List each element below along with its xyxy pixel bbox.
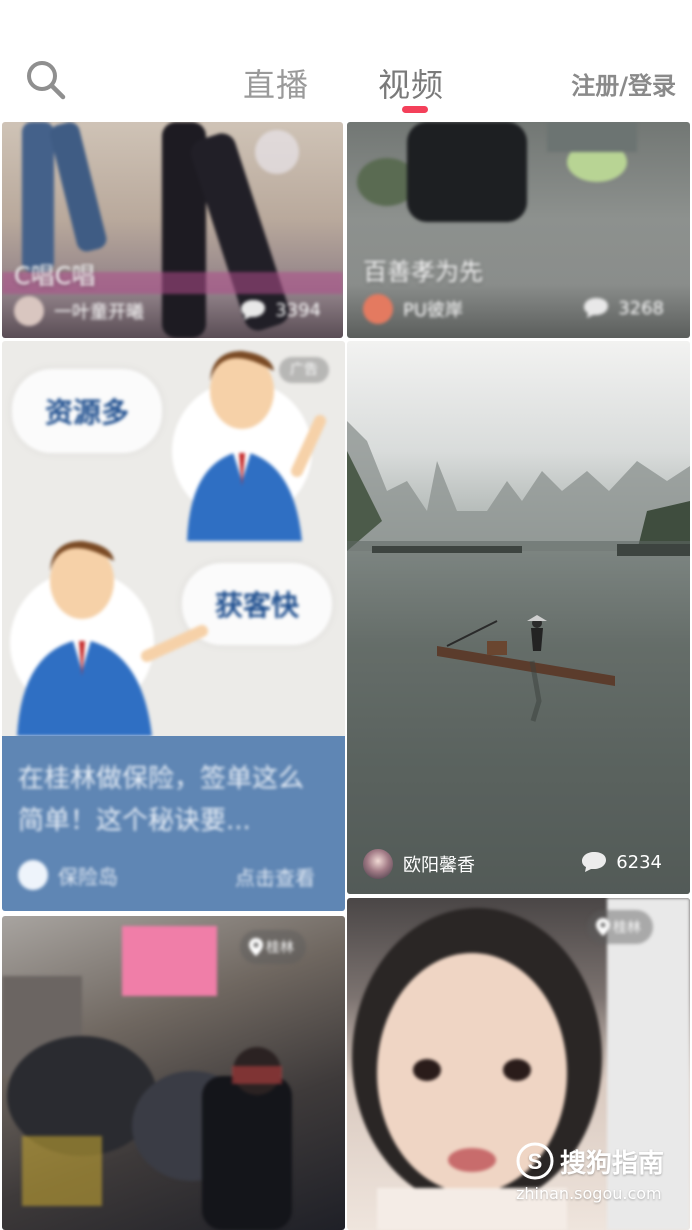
ad-title: 在桂林做保险，签单这么简单！这个秘诀要... bbox=[18, 764, 305, 836]
comment-count-value: 6234 bbox=[616, 851, 662, 873]
ad-cta-button[interactable]: 点击查看 bbox=[235, 862, 315, 891]
watermark-brand: 搜狗指南 bbox=[560, 1148, 665, 1179]
author-name[interactable]: 欧阳馨香 bbox=[403, 851, 475, 877]
video-card[interactable]: C唱C唱 一叶童开曦 3394 bbox=[2, 122, 343, 338]
ad-source-name: 保险岛 bbox=[58, 864, 118, 889]
active-tab-indicator bbox=[402, 106, 428, 113]
location-badge: 桂林 bbox=[587, 910, 653, 944]
comment-count: 3394 bbox=[239, 298, 321, 322]
watermark-logo: S 搜狗指南 bbox=[516, 1142, 664, 1180]
sogou-logo-icon: S bbox=[516, 1142, 554, 1180]
ad-source[interactable]: 保险岛 bbox=[18, 860, 118, 890]
author-name[interactable]: 一叶童开曦 bbox=[54, 298, 144, 324]
ad-info-panel: 在桂林做保险，签单这么简单！这个秘诀要... 保险岛 点击查看 bbox=[2, 736, 345, 911]
location-icon bbox=[249, 938, 263, 956]
register-login-button[interactable]: 注册/登录 bbox=[571, 66, 676, 101]
ad-badge: 广告 bbox=[279, 357, 329, 383]
location-name: 桂林 bbox=[266, 940, 294, 956]
ad-source-avatar bbox=[18, 860, 48, 890]
comment-icon bbox=[241, 300, 266, 320]
ad-card[interactable]: 资源多 获客快 广告 在桂林做保险，签单这么简单！这个秘诀要... 保险岛 点击… bbox=[2, 341, 345, 911]
comment-count-value: 3394 bbox=[275, 299, 321, 321]
top-nav: 直播 视频 注册/登录 bbox=[0, 0, 692, 122]
author-avatar[interactable] bbox=[363, 849, 393, 879]
sogou-watermark: S 搜狗指南 zhinan.sogou.com bbox=[516, 1142, 664, 1203]
author-avatar[interactable] bbox=[14, 296, 44, 326]
author-name[interactable]: PU彼岸 bbox=[403, 296, 463, 322]
comment-count: 6234 bbox=[580, 850, 662, 874]
location-badge: 桂林 bbox=[240, 930, 306, 964]
watermark-url: zhinan.sogou.com bbox=[516, 1184, 662, 1203]
video-meta: PU彼岸 bbox=[363, 294, 463, 324]
comment-count: 3268 bbox=[582, 296, 664, 320]
author-avatar[interactable] bbox=[363, 294, 393, 324]
search-icon[interactable] bbox=[24, 58, 68, 102]
video-card[interactable]: 桂林 bbox=[2, 916, 345, 1230]
ad-illustration-man bbox=[10, 541, 208, 736]
comment-icon bbox=[584, 298, 609, 318]
video-title: C唱C唱 bbox=[14, 262, 96, 290]
svg-text:S: S bbox=[528, 1149, 543, 1174]
tab-live[interactable]: 直播 bbox=[243, 60, 309, 106]
ad-bubble-left: 资源多 bbox=[12, 369, 162, 453]
video-card[interactable]: 欧阳馨香 6234 bbox=[347, 341, 690, 894]
video-card[interactable]: 百善孝为先 PU彼岸 3268 bbox=[347, 122, 690, 338]
comment-icon bbox=[582, 852, 607, 872]
tab-video[interactable]: 视频 bbox=[378, 60, 444, 106]
comment-count-value: 3268 bbox=[618, 297, 664, 319]
video-thumbnail bbox=[347, 421, 690, 894]
video-meta: 欧阳馨香 bbox=[363, 849, 475, 879]
video-meta: 一叶童开曦 bbox=[14, 296, 144, 326]
video-title: 百善孝为先 bbox=[363, 258, 483, 286]
location-name: 桂林 bbox=[613, 920, 641, 936]
location-icon bbox=[596, 918, 610, 936]
